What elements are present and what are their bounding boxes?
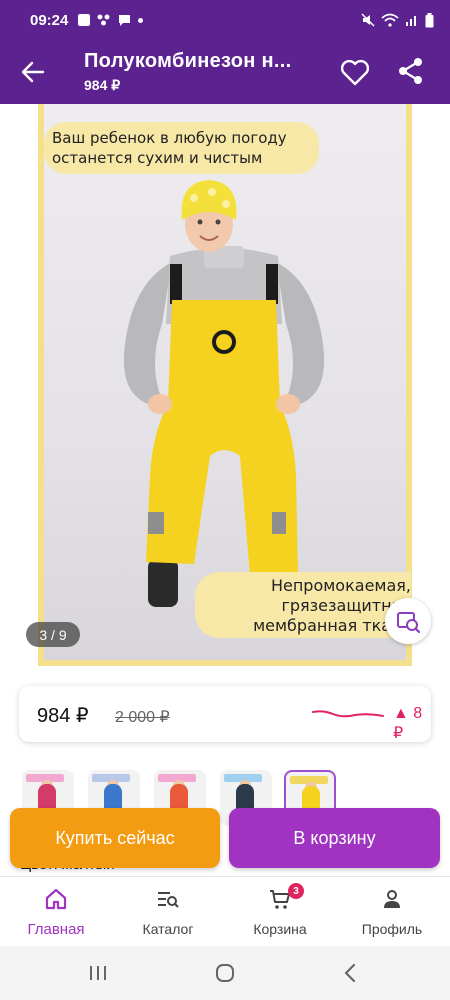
heart-icon — [340, 59, 370, 86]
recent-apps-icon — [90, 966, 106, 980]
product-title: Полукомбинезон н... — [84, 50, 292, 72]
chevron-left-icon — [344, 963, 356, 983]
caption-top-line1: Ваш ребенок в любую погоду — [52, 129, 287, 147]
status-time: 09:24 — [30, 11, 69, 29]
home-icon — [45, 888, 67, 910]
nav-item-home[interactable]: Главная — [0, 877, 112, 947]
nav-item-profile[interactable]: Профиль — [336, 877, 448, 947]
gallery-notification-icon — [78, 14, 91, 26]
battery-icon — [425, 12, 434, 27]
nav-label-cart: Корзина — [253, 921, 307, 937]
share-button[interactable] — [396, 56, 426, 86]
share-icon — [399, 58, 422, 84]
price-history-sparkline — [312, 710, 384, 718]
catalog-search-icon — [158, 892, 179, 908]
cart-count-badge: 3 — [288, 883, 304, 899]
nav-item-catalog[interactable]: Каталог — [112, 877, 224, 947]
home-system-button[interactable] — [211, 960, 239, 986]
nav-label-home: Главная — [27, 921, 85, 938]
caption-top-line2: останется сухим и чистым — [52, 149, 263, 167]
system-back-button[interactable] — [336, 960, 364, 986]
add-to-cart-button[interactable]: В корзину — [229, 808, 440, 868]
recent-apps-button[interactable] — [84, 960, 112, 986]
price-card[interactable]: 984 ₽ 2 000 ₽ ▲ 8 ₽ — [19, 686, 431, 742]
arrow-left-icon — [21, 61, 45, 83]
more-notifications-icon — [138, 17, 144, 23]
image-search-icon — [397, 612, 421, 634]
bottom-navigation: Главная Каталог 3 Корзина Профиль — [0, 876, 450, 946]
caption-top: Ваш ребенок в любую погоду останется сух… — [44, 122, 319, 174]
title-block: Полукомбинезон н... 984 ₽ — [84, 50, 324, 94]
apps-notification-icon — [97, 14, 110, 26]
wifi-icon — [381, 13, 399, 27]
buy-now-button[interactable]: Купить сейчас — [10, 808, 220, 868]
mute-icon — [361, 13, 375, 27]
system-navigation-bar — [0, 946, 450, 1000]
profile-icon — [384, 890, 400, 908]
price-current: 984 ₽ — [37, 705, 89, 727]
home-circle-icon — [216, 964, 234, 982]
back-button[interactable] — [18, 58, 48, 86]
caption-bottom: Непромокаемая, грязезащитная мембранная … — [195, 572, 411, 638]
nav-label-catalog: Каталог — [142, 921, 194, 937]
price-change: ▲ 8 ₽ — [393, 705, 423, 742]
app-bar: Полукомбинезон н... 984 ₽ — [0, 40, 450, 104]
status-bar: 09:24 — [0, 0, 450, 40]
chat-notification-icon — [119, 14, 131, 26]
status-system-icons — [361, 12, 434, 28]
price-old: 2 000 ₽ — [115, 709, 170, 726]
image-counter-pill: 3 / 9 — [26, 622, 80, 647]
visual-search-button[interactable] — [385, 598, 431, 644]
nav-label-profile: Профиль — [361, 921, 423, 937]
header-price: 984 ₽ — [84, 77, 121, 93]
product-screen: 09:24 Полукомбинезон н... 984 ₽ Ваш ребе… — [0, 0, 450, 1000]
nav-item-cart[interactable]: 3 Корзина — [224, 877, 336, 947]
caption-bottom-line1: Непромокаемая, — [270, 576, 411, 595]
status-notification-icons — [78, 14, 144, 27]
caption-bottom-line2: грязезащитная — [281, 596, 411, 615]
signal-icon — [406, 16, 416, 26]
favorite-button[interactable] — [340, 58, 370, 86]
caption-bottom-line3: мембранная ткань — [253, 616, 411, 635]
